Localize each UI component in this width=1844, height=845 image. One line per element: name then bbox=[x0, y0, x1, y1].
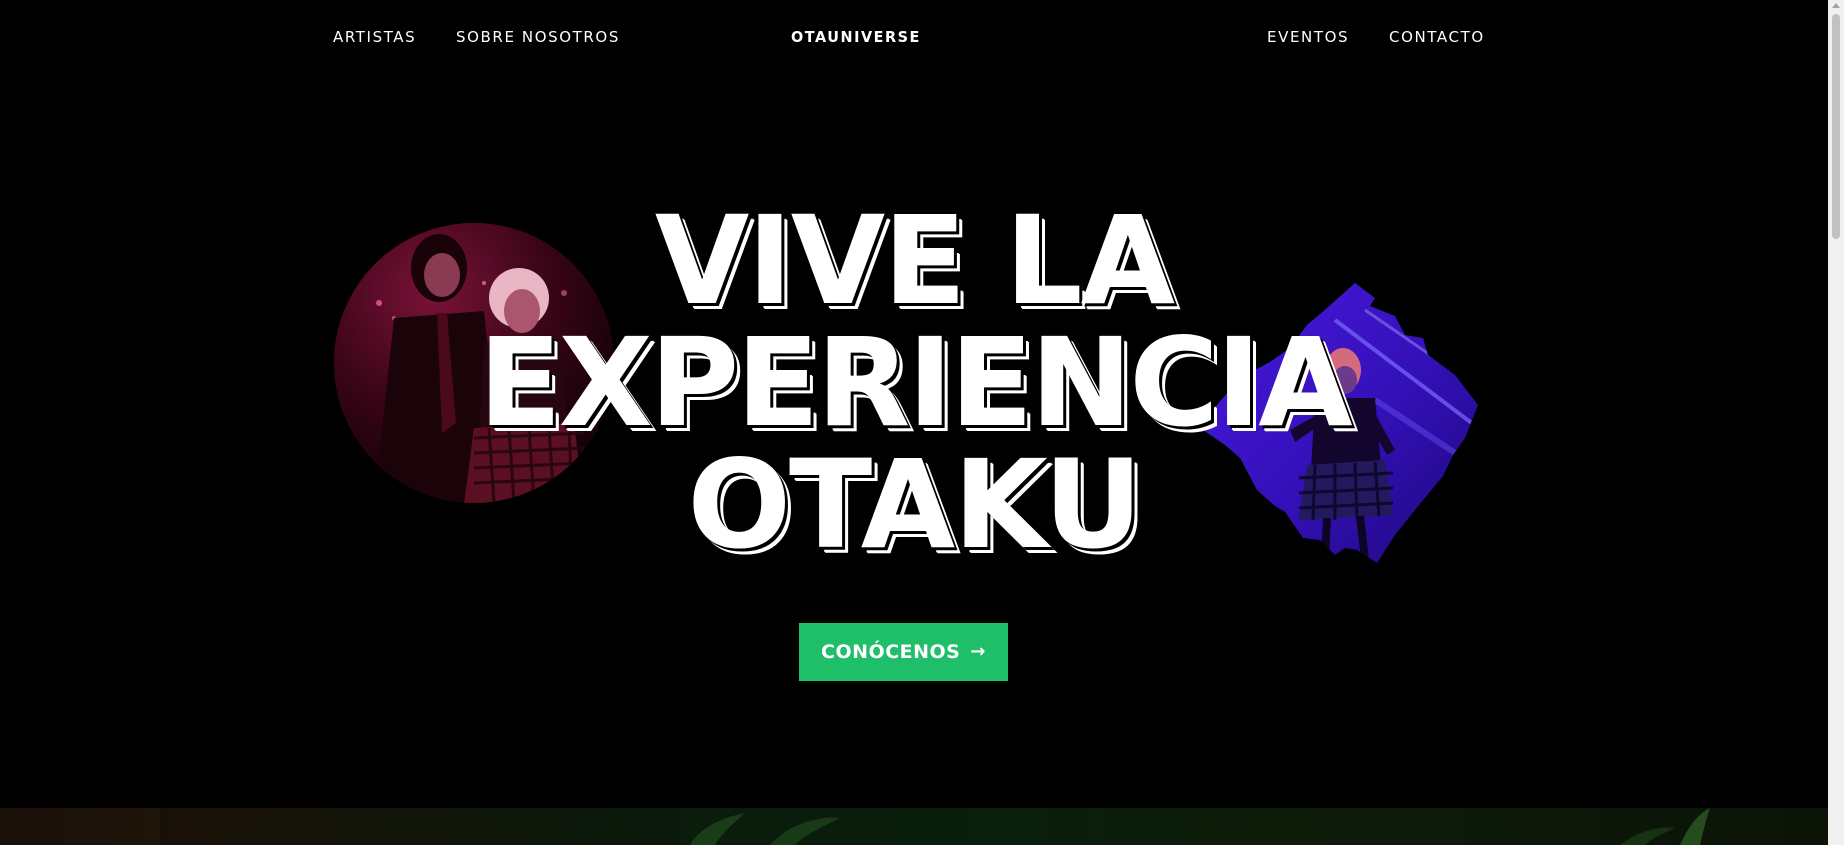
nav-link-eventos[interactable]: EVENTOS bbox=[1267, 28, 1349, 46]
conocenos-button-label: CONÓCENOS bbox=[821, 641, 961, 663]
nav-link-contacto[interactable]: CONTACTO bbox=[1389, 28, 1485, 46]
nav-link-sobre-nosotros[interactable]: SOBRE NOSOTROS bbox=[456, 28, 620, 46]
page-scrollbar[interactable] bbox=[1828, 0, 1844, 845]
hero-title: VIVE LA EXPERIENCIA OTAKU bbox=[0, 200, 1828, 566]
scroll-up-arrow-icon[interactable] bbox=[1832, 3, 1840, 8]
nav-link-artistas[interactable]: ARTISTAS bbox=[333, 28, 416, 46]
hero-title-line-1: VIVE LA bbox=[654, 190, 1175, 332]
hero-title-line-2: EXPERIENCIA bbox=[478, 312, 1352, 454]
next-section-preview bbox=[0, 808, 1828, 845]
hero-title-line-3: OTAKU bbox=[687, 434, 1142, 576]
top-navigation: ARTISTAS SOBRE NOSOTROS OTAUNIVERSE EVEN… bbox=[0, 0, 1828, 76]
conocenos-button[interactable]: CONÓCENOS → bbox=[799, 623, 1008, 681]
scrollbar-thumb[interactable] bbox=[1832, 14, 1840, 239]
arrow-right-icon: → bbox=[970, 641, 986, 662]
site-logo[interactable]: OTAUNIVERSE bbox=[791, 28, 921, 46]
page: ARTISTAS SOBRE NOSOTROS OTAUNIVERSE EVEN… bbox=[0, 0, 1844, 845]
foliage-illustration bbox=[0, 808, 1710, 845]
